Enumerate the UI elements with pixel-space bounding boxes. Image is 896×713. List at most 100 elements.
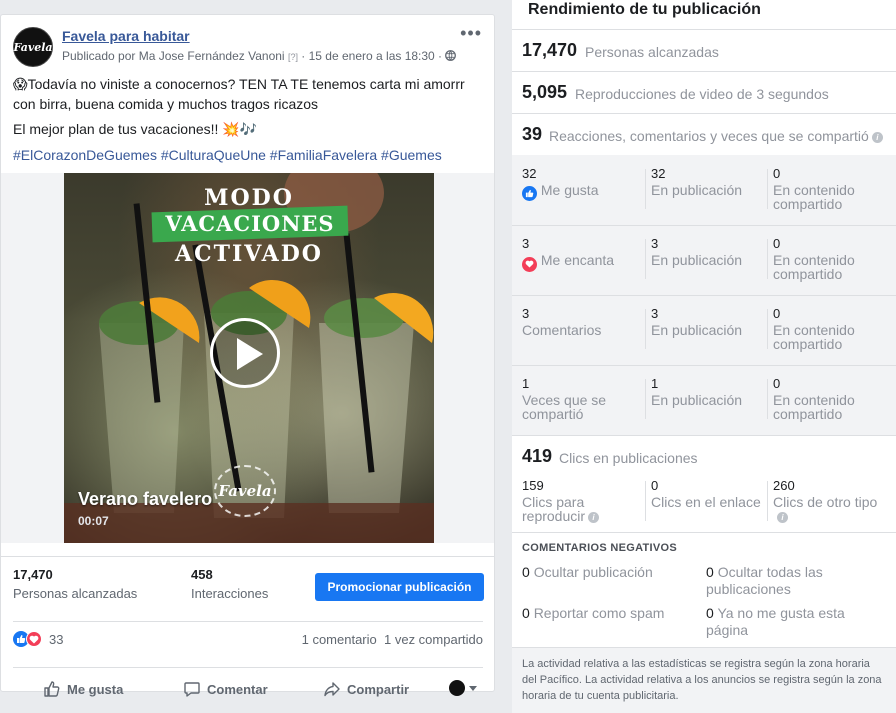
comment-button-label: Comentar [207, 681, 268, 697]
info-icon[interactable]: i [871, 131, 883, 143]
breakdown-likes-label: Me gusta [540, 182, 599, 198]
unlike-stat: 0 Ya no me gusta esta página [706, 605, 886, 639]
breakdown-likes-post-value: 32 [651, 166, 666, 181]
interactions-stat-value: 458 [191, 567, 213, 582]
hide-all-label: Ocultar todas las publicaciones [706, 564, 823, 597]
breakdown-shares-post: 1 En publicación [651, 376, 742, 408]
like-button-label: Me gusta [67, 681, 124, 697]
column-divider [645, 481, 646, 521]
column-divider [645, 169, 646, 209]
breakdown-loves-shared-label: En contenido compartido [773, 252, 855, 282]
breakdown-shares-shared-value: 0 [773, 376, 781, 391]
breakdown-shares-total: 1 Veces que se compartió [522, 376, 640, 422]
clicks-link-value: 0 [651, 478, 659, 493]
page-avatar[interactable]: Favela [13, 27, 53, 67]
video-title-line-2: VACACIONES [165, 211, 335, 236]
help-marker[interactable]: [?] [288, 52, 298, 62]
reach-stat-label: Personas alcanzadas [13, 586, 138, 601]
timezone-footnote: La actividad relativa a las estadísticas… [512, 647, 896, 713]
clicks-play-value: 159 [522, 478, 544, 493]
breakdown-loves-shared-value: 0 [773, 236, 781, 251]
share-count[interactable]: 1 vez compartido [384, 632, 483, 647]
info-icon[interactable]: i [588, 511, 600, 523]
breakdown-likes-value: 32 [522, 166, 537, 181]
breakdown-likes-post-label: En publicación [651, 182, 743, 198]
column-divider [767, 309, 768, 349]
like-button[interactable]: Me gusta [43, 680, 123, 698]
breakdown-likes-total: 32 Me gusta [522, 167, 598, 201]
insights-video-views-row: 5,095 Reproducciones de video de 3 segun… [512, 71, 896, 113]
more-options-icon[interactable]: ••• [460, 23, 482, 44]
breakdown-loves-shared: 0 En contenido compartido [773, 236, 888, 282]
post-date[interactable]: · 15 de enero a las 18:30 · [301, 49, 442, 63]
post-hashtags[interactable]: #ElCorazonDeGuemes #CulturaQueUne #Famil… [13, 146, 482, 165]
post-meta: Publicado por Ma Jose Fernández Vanoni [… [62, 49, 457, 63]
play-icon[interactable] [210, 318, 280, 388]
breakdown-shares-value: 1 [522, 376, 530, 391]
insights-engagement-label: Reacciones, comentarios y veces que se c… [549, 128, 869, 144]
reaction-breakdown: 32 Me gusta 32 En publicación 0 En conte… [512, 155, 896, 435]
video-player[interactable]: MODO VACACIONES ACTIVADO Verano favelero… [64, 173, 434, 543]
insights-engagement-label-wrap: Reacciones, comentarios y veces que se c… [549, 128, 883, 144]
post-card: Favela Favela para habitar Publicado por… [0, 14, 495, 697]
breakdown-loves-label: Me encanta [540, 252, 615, 268]
unlike-value: 0 [706, 605, 714, 621]
spam-label: Reportar como spam [533, 605, 665, 621]
like-reaction-icon [522, 186, 537, 201]
promote-post-button[interactable]: Promocionar publicación [315, 573, 484, 601]
breakdown-comments-total: 3 Comentarios [522, 307, 602, 338]
insights-panel: Rendimiento de tu publicación 17,470 Per… [512, 0, 896, 713]
negative-feedback-title: COMENTARIOS NEGATIVOS [522, 542, 678, 554]
breakdown-shares-label: Veces que se compartió [522, 392, 607, 422]
comment-count[interactable]: 1 comentario [302, 632, 377, 647]
breakdown-loves-post-label: En publicación [651, 252, 743, 268]
scream-emoji-icon: 😱 [13, 77, 28, 93]
column-divider [767, 481, 768, 521]
share-button-label: Compartir [347, 681, 410, 697]
video-duration: 00:07 [78, 514, 109, 528]
reach-stat-value: 17,470 [13, 567, 53, 582]
page-name-link[interactable]: Favela para habitar [62, 28, 190, 44]
clicks-breakdown: 159 Clics para reproducir i 0 Clics en el… [512, 475, 896, 525]
hide-post-value: 0 [522, 564, 530, 580]
clicks-link-label: Clics en el enlace [651, 494, 761, 510]
breakdown-comments-shared-value: 0 [773, 306, 781, 321]
spam-value: 0 [522, 605, 530, 621]
post-stats-row: 17,470 Personas alcanzadas 458 Interacci… [1, 556, 494, 611]
post-body: 😱Todavía no viniste a conocernos? TEN TA… [13, 75, 482, 171]
love-reaction-icon[interactable] [26, 631, 42, 647]
clicks-play: 159 Clics para reproducir i [522, 479, 640, 523]
breakdown-likes-post: 32 En publicación [651, 166, 743, 198]
breakdown-row-loves: 3 Me encanta 3 En publicación 0 En conte… [512, 225, 896, 295]
info-icon[interactable]: i [777, 511, 788, 523]
breakdown-loves-post-value: 3 [651, 236, 659, 251]
insights-engagement-value: 39 [522, 124, 543, 144]
comments-shares-count: 1 comentario 1 vez compartido [302, 632, 483, 647]
reach-stat: 17,470 Personas alcanzadas [13, 567, 137, 601]
post-as-selector[interactable] [449, 680, 477, 696]
share-icon [324, 682, 340, 697]
breakdown-comments-post-value: 3 [651, 306, 659, 321]
column-divider [767, 379, 768, 419]
insights-reach-label: Personas alcanzadas [585, 44, 719, 60]
column-divider [645, 309, 646, 349]
hide-post-label: Ocultar publicación [533, 564, 653, 580]
share-button[interactable]: Compartir [323, 680, 409, 698]
breakdown-shares-shared: 0 En contenido compartido [773, 376, 888, 422]
insights-reach-row: 17,470 Personas alcanzadas [512, 29, 896, 71]
breakdown-row-comments: 3 Comentarios 3 En publicación 0 En cont… [512, 295, 896, 365]
comment-button[interactable]: Comentar [183, 680, 268, 698]
negative-feedback-section: COMENTARIOS NEGATIVOS 0 Ocultar publicac… [512, 532, 896, 648]
breakdown-likes-shared-value: 0 [773, 166, 781, 181]
chevron-down-icon [469, 685, 477, 691]
breakdown-comments-label: Comentarios [522, 322, 602, 338]
breakdown-row-likes: 32 Me gusta 32 En publicación 0 En conte… [512, 155, 896, 225]
insights-clicks-row: 419 Clics en publicaciones [512, 435, 896, 477]
breakdown-shares-post-value: 1 [651, 376, 659, 391]
insights-video-views-value: 5,095 [522, 82, 568, 102]
reaction-count[interactable]: 33 [49, 632, 63, 647]
clicks-other-label: Clics de otro tipo [773, 494, 878, 510]
page-mini-avatar [449, 680, 465, 696]
breakdown-shares-shared-label: En contenido compartido [773, 392, 855, 422]
post-line-1-text: Todavía no viniste a conocernos? TEN TA … [13, 76, 465, 112]
